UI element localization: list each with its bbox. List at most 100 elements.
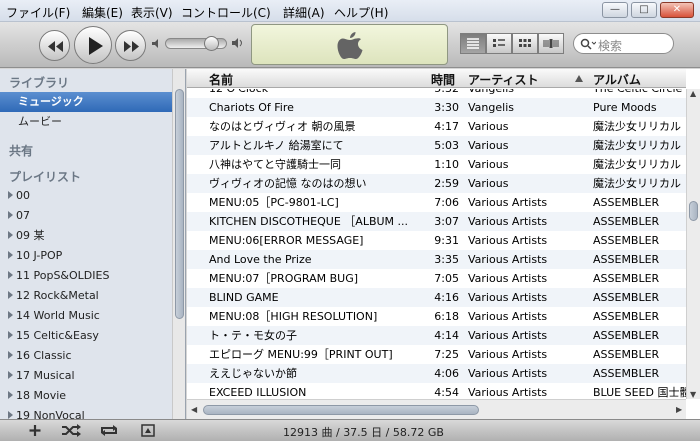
list-view-button[interactable]: [460, 33, 486, 54]
next-button[interactable]: [115, 30, 146, 61]
table-row[interactable]: 八神はやてと守護騎士一同 1:10 Various 魔法少女リリカル: [187, 155, 686, 174]
menu-controls[interactable]: コントロール(C): [181, 4, 271, 21]
scroll-up-icon[interactable]: ▲: [690, 89, 696, 98]
column-header-time[interactable]: 時間: [431, 71, 455, 88]
menu-edit[interactable]: 編集(E): [82, 4, 123, 21]
playlist-item[interactable]: 18 Movie: [0, 386, 172, 406]
track-name: 八神はやてと守護騎士一同: [209, 158, 341, 171]
expand-triangle-icon[interactable]: [8, 331, 13, 339]
expand-triangle-icon[interactable]: [8, 411, 13, 419]
table-row[interactable]: MENU:06[ERROR MESSAGE] 9:31 Various Artist…: [187, 231, 686, 250]
list-horizontal-scroll-thumb[interactable]: [203, 405, 479, 415]
volume-slider[interactable]: [165, 36, 227, 51]
scroll-right-icon[interactable]: ▶: [676, 405, 682, 414]
playlist-item[interactable]: 07: [0, 206, 172, 226]
table-row[interactable]: エピローグ MENU:99［PRINT OUT] 7:25 Various Arti…: [187, 345, 686, 364]
now-playing-display[interactable]: [251, 24, 448, 65]
track-artist: Various Artists: [468, 291, 548, 304]
expand-triangle-icon[interactable]: [8, 291, 13, 299]
expand-triangle-icon[interactable]: [8, 271, 13, 279]
grid-view-button[interactable]: [512, 33, 538, 54]
list-vertical-scrollbar[interactable]: ▲ ▼: [686, 89, 700, 399]
play-icon: [89, 37, 103, 55]
track-album: ASSEMBLER: [593, 291, 660, 304]
expand-triangle-icon[interactable]: [8, 251, 13, 259]
sidebar-scrollbar[interactable]: [172, 69, 185, 419]
maximize-button[interactable]: □: [631, 2, 657, 18]
scroll-down-icon[interactable]: ▼: [690, 390, 696, 399]
track-time: 4:14: [434, 329, 459, 342]
playlist-label: 15 Celtic&Easy: [16, 329, 99, 342]
expand-triangle-icon[interactable]: [8, 371, 13, 379]
artwork-toggle-icon[interactable]: [135, 422, 161, 439]
expand-triangle-icon[interactable]: [8, 191, 13, 199]
table-row[interactable]: EXCEED ILLUSION 4:54 Various Artists BLUE S…: [187, 383, 686, 399]
table-row[interactable]: MENU:08［HIGH RESOLUTION] 6:18 Various Arti…: [187, 307, 686, 326]
playlist-item[interactable]: 12 Rock&Metal: [0, 286, 172, 306]
play-button[interactable]: [74, 26, 112, 64]
table-row[interactable]: ヴィヴィオの記憶 なのはの想い 2:59 Various 魔法少女リリカル: [187, 174, 686, 193]
menu-file[interactable]: ファイル(F): [6, 4, 70, 21]
expand-triangle-icon[interactable]: [8, 351, 13, 359]
table-row[interactable]: MENU:05［PC-9801-LC] 7:06 Various Artists AS…: [187, 193, 686, 212]
track-time: 7:06: [434, 196, 459, 209]
sidebar-item-movies[interactable]: ムービー: [0, 112, 172, 132]
table-row[interactable]: ト・テ・モ女の子 4:14 Various Artists ASSEMBLER: [187, 326, 686, 345]
search-input[interactable]: 検索: [573, 33, 674, 54]
track-artist: Various: [468, 158, 509, 171]
menu-help[interactable]: ヘルプ(H): [334, 4, 388, 21]
minimize-button[interactable]: —: [602, 2, 628, 18]
column-header-artist[interactable]: アーティスト: [468, 71, 539, 88]
sidebar-item-music[interactable]: ミュージック: [0, 92, 172, 112]
menu-advanced[interactable]: 詳細(A): [283, 4, 325, 21]
cover-flow-button[interactable]: [538, 33, 564, 54]
expand-triangle-icon[interactable]: [8, 311, 13, 319]
repeat-icon[interactable]: [96, 422, 122, 439]
table-row[interactable]: ええじゃないか節 4:06 Various Artists ASSEMBLER: [187, 364, 686, 383]
album-list-view-button[interactable]: [486, 33, 512, 54]
table-row[interactable]: なのはとヴィヴィオ 朝の風景 4:17 Various 魔法少女リリカル: [187, 117, 686, 136]
apple-logo-icon: [337, 32, 363, 59]
track-artist: Various: [468, 139, 509, 152]
track-name: 12 O'Clock: [209, 89, 431, 98]
track-album: ASSEMBLER: [593, 348, 660, 361]
expand-triangle-icon[interactable]: [8, 391, 13, 399]
volume-knob[interactable]: [204, 36, 219, 51]
sidebar-scroll-thumb[interactable]: [175, 89, 184, 319]
playlist-item[interactable]: 19 NonVocal: [0, 406, 172, 419]
track-name: なのはとヴィヴィオ 朝の風景: [209, 120, 356, 133]
playlist-item[interactable]: 10 J-POP: [0, 246, 172, 266]
table-row[interactable]: Chariots Of Fire 3:30 Vangelis Pure Moods: [187, 98, 686, 117]
sidebar: ライブラリ ミュージック ムービー 共有 プレイリスト 00 07 09 某 1…: [0, 69, 186, 419]
playlist-item[interactable]: 14 World Music: [0, 306, 172, 326]
expand-triangle-icon[interactable]: [8, 211, 13, 219]
table-row[interactable]: KITCHEN DISCOTHEQUE ［ALBUM ... 3:07 Variou…: [187, 212, 686, 231]
track-name: MENU:06[ERROR MESSAGE]: [209, 234, 364, 247]
toolbar: 検索: [0, 22, 700, 68]
list-horizontal-scrollbar[interactable]: ◀ ▶: [187, 399, 686, 419]
menu-view[interactable]: 表示(V): [131, 4, 173, 21]
track-name: Chariots Of Fire: [209, 101, 294, 114]
playlist-item[interactable]: 16 Classic: [0, 346, 172, 366]
playlist-item[interactable]: 15 Celtic&Easy: [0, 326, 172, 346]
column-header-name[interactable]: 名前: [209, 71, 233, 88]
scroll-left-icon[interactable]: ◀: [191, 405, 197, 414]
view-switcher: [460, 33, 564, 54]
playlist-item[interactable]: 11 PopS&OLDIES: [0, 266, 172, 286]
track-time: 1:10: [434, 158, 459, 171]
playlist-item[interactable]: 09 某: [0, 226, 172, 246]
column-header-album[interactable]: アルバム: [593, 71, 641, 88]
table-row[interactable]: And Love the Prize 3:35 Various Artists ASS…: [187, 250, 686, 269]
playlist-item[interactable]: 00: [0, 186, 172, 206]
table-row[interactable]: 12 O'Clock5:32 Vangelis The Celtic Circle …: [187, 89, 686, 98]
list-vertical-scroll-thumb[interactable]: [689, 201, 698, 221]
playlist-item[interactable]: 17 Musical: [0, 366, 172, 386]
table-row[interactable]: BLIND GAME 4:16 Various Artists ASSEMBLER: [187, 288, 686, 307]
expand-triangle-icon[interactable]: [8, 231, 13, 239]
table-row[interactable]: アルトとルキノ 給湯室にて 5:03 Various 魔法少女リリカル: [187, 136, 686, 155]
close-button[interactable]: ✕: [660, 2, 694, 18]
table-row[interactable]: MENU:07［PROGRAM BUG] 7:05 Various Artists A…: [187, 269, 686, 288]
add-playlist-icon[interactable]: [22, 422, 48, 439]
shuffle-icon[interactable]: [58, 422, 84, 439]
previous-button[interactable]: [39, 30, 70, 61]
